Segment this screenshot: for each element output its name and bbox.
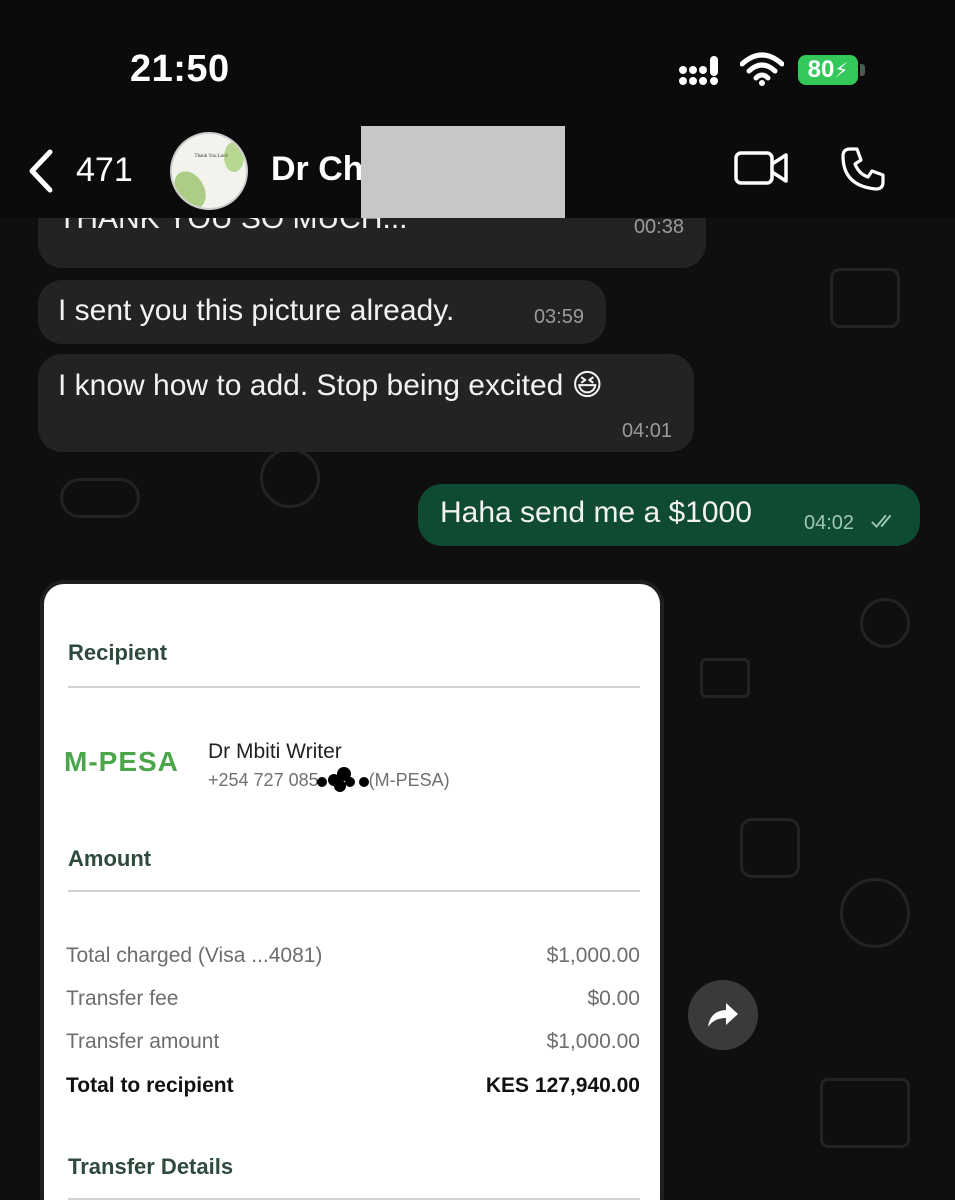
total-to-recipient-value: KES 127,940.00 [485, 1074, 640, 1097]
doodle-pattern [860, 598, 910, 648]
message-text: Haha send me a $1000 [440, 496, 752, 529]
transfer-details-title: Transfer Details [68, 1154, 234, 1179]
status-time: 21:50 [130, 48, 230, 90]
video-call-icon[interactable] [734, 150, 788, 186]
phone-call-icon[interactable] [840, 146, 886, 192]
mpesa-logo: M-PESA [64, 746, 190, 782]
transfer-fee-label: Transfer fee [66, 987, 179, 1010]
message-time: 04:02 [804, 512, 855, 534]
forward-arrow-icon [708, 1003, 738, 1027]
battery-charging-icon: 80 ⚡ [798, 55, 858, 85]
chat-area[interactable]: THANK YOU SO MUCH... 00:38 I sent you th… [0, 218, 955, 1200]
message-time: 04:01 [621, 420, 672, 442]
doodle-pattern [700, 658, 750, 698]
divider [68, 686, 640, 688]
forward-button[interactable] [688, 980, 758, 1050]
chevron-left-icon[interactable] [28, 148, 54, 194]
redaction-box [361, 126, 565, 218]
double-check-icon [871, 514, 892, 528]
receipt-card: Recipient M-PESA Dr Mbiti Writer +254 72… [44, 584, 660, 1200]
message-incoming[interactable]: I sent you this picture already. 03:59 [38, 280, 606, 344]
recipient-phone-number: +254 727 085 [208, 770, 319, 790]
doodle-pattern [60, 478, 140, 518]
doodle-pattern [260, 448, 320, 508]
transfer-fee-value: $0.00 [587, 987, 640, 1010]
recipient-title: Recipient [68, 640, 168, 665]
signal-icon [679, 56, 718, 85]
divider [68, 890, 640, 892]
battery-tip [860, 64, 865, 76]
status-bar: 21:50 80 ⚡ [0, 0, 955, 130]
message-time: 00:38 [633, 218, 684, 238]
receipt-image-message[interactable]: Recipient M-PESA Dr Mbiti Writer +254 72… [40, 580, 664, 1200]
avatar[interactable]: Thank You Lord [170, 132, 248, 210]
contact-name[interactable]: Dr Ch [271, 150, 364, 189]
total-charged-label: Total charged (Visa ...4081) [66, 944, 323, 967]
message-time: 03:59 [533, 306, 584, 328]
amount-title: Amount [68, 846, 152, 871]
total-charged-value: $1,000.00 [546, 944, 640, 967]
scribble-redaction [317, 767, 369, 792]
avatar-leaf [172, 165, 213, 208]
wifi-icon [740, 52, 784, 86]
message-incoming[interactable]: THANK YOU SO MUCH... 00:38 [38, 218, 706, 268]
transfer-amount-label: Transfer amount [66, 1030, 220, 1053]
doodle-pattern [820, 1078, 910, 1148]
message-incoming[interactable]: I know how to add. Stop being excited 😆 … [38, 354, 694, 452]
message-outgoing[interactable]: Haha send me a $1000 04:02 [418, 484, 920, 546]
avatar-text: Thank You Lord [194, 154, 228, 159]
recipient-name: Dr Mbiti Writer [208, 740, 342, 763]
mpesa-logo-text: M-PESA [64, 746, 179, 777]
total-to-recipient-label: Total to recipient [66, 1074, 234, 1097]
doodle-pattern [840, 878, 910, 948]
unread-count[interactable]: 471 [76, 151, 133, 190]
chat-header: 471 Thank You Lord Dr Ch [0, 126, 955, 218]
message-text: I sent you this picture already. [58, 294, 455, 327]
message-text: THANK YOU SO MUCH... [58, 218, 408, 235]
doodle-pattern [740, 818, 800, 878]
battery-level: 80 [807, 56, 835, 83]
doodle-pattern [830, 268, 900, 328]
message-text: I know how to add. Stop being excited 😆 [58, 369, 603, 402]
transfer-amount-value: $1,000.00 [546, 1030, 640, 1053]
recipient-phone-suffix: (M-PESA) [368, 770, 450, 790]
